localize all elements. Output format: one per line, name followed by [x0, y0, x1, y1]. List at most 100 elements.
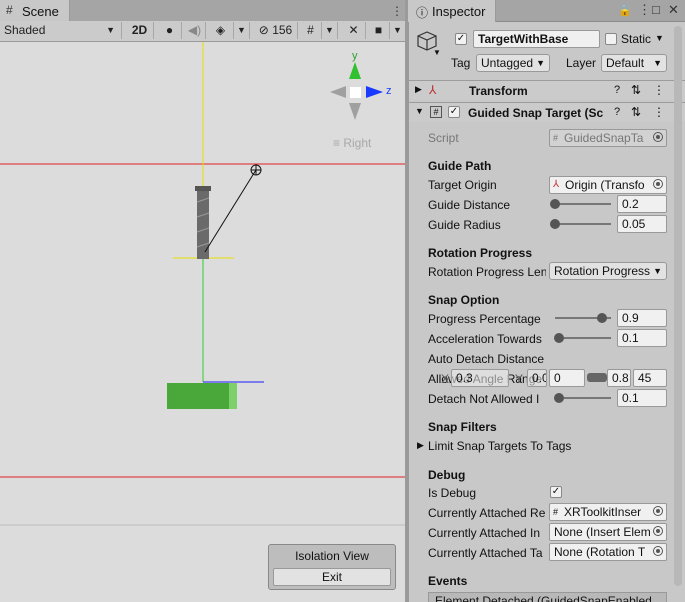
scene-canvas[interactable] [0, 42, 405, 602]
script-hash-icon: # [553, 133, 559, 143]
maximize-icon[interactable]: □ [652, 2, 660, 17]
inspector-menu-icon[interactable]: ⋮ [638, 2, 651, 18]
attached-r-value: XRToolkitInser [564, 505, 642, 519]
guide-radius-slider-knob[interactable] [550, 219, 560, 229]
layer-dropdown[interactable]: Default ▼ [601, 54, 667, 72]
tag-value: Untagged [481, 56, 534, 70]
allowed-z-field[interactable]: 45 [633, 369, 667, 387]
tools-icon[interactable]: ✕ [342, 22, 366, 39]
inspector-tab[interactable]: ⓘ Inspector [408, 0, 496, 22]
component-menu-icon[interactable]: ⋮ [653, 83, 665, 97]
presets-icon[interactable]: ⇅ [631, 83, 641, 97]
allowed-min-field[interactable]: 0 [549, 369, 585, 387]
object-picker-icon[interactable] [653, 546, 663, 556]
shading-mode-label: Shaded [4, 23, 46, 37]
transform-icon: ⅄ [553, 179, 560, 190]
toggle-2d-button[interactable]: 2D [126, 22, 154, 39]
guide-radius-field[interactable]: 0.05 [617, 215, 667, 233]
effects-dropdown-icon[interactable]: ▼ [234, 22, 250, 39]
attached-t-field[interactable]: None (Rotation T [549, 543, 667, 561]
gizmo-center-cube [350, 87, 361, 98]
allowed-x-field[interactable]: 0.3 [451, 369, 509, 387]
events-list-header[interactable]: Element Detached (GuidedSnapEnabled [428, 592, 667, 602]
camera-dropdown-icon[interactable]: ▼ [390, 22, 405, 39]
progress-percentage-field[interactable]: 0.9 [617, 309, 667, 327]
attached-t-label: Currently Attached Ta [428, 546, 543, 560]
guide-distance-slider-knob[interactable] [550, 199, 560, 209]
transform-header[interactable]: ▶ ⅄ Transform ? ⇅ ⋮ [409, 80, 685, 100]
limit-snap-label[interactable]: Limit Snap Targets To Tags [428, 439, 571, 453]
gizmo-view-label[interactable]: ≡ Right [333, 136, 371, 150]
chevron-down-icon: ▼ [653, 58, 662, 68]
inspector-scrollbar[interactable] [674, 26, 682, 586]
help-icon[interactable]: ? [614, 84, 620, 96]
collapse-arrow-icon[interactable]: ▼ [415, 106, 424, 116]
rotation-progress-len-label: Rotation Progress Len [428, 265, 546, 279]
attached-in-label: Currently Attached In [428, 526, 541, 540]
shading-mode-dropdown[interactable]: Shaded ▼ [0, 22, 122, 39]
grid-snap-icon[interactable]: # [300, 22, 322, 39]
exit-isolation-button[interactable]: Exit [273, 568, 391, 586]
object-picker-icon[interactable] [653, 506, 663, 516]
help-icon[interactable]: ? [614, 106, 620, 118]
tag-dropdown[interactable]: Untagged ▼ [476, 54, 550, 72]
is-debug-checkbox[interactable]: ✓ [550, 486, 562, 498]
rotation-progress-dropdown[interactable]: Rotation Progress ▼ [549, 262, 667, 280]
scene-menu-icon[interactable]: ⋮ [391, 4, 403, 18]
snap-filters-heading: Snap Filters [428, 420, 497, 434]
icon-dropdown-icon[interactable]: ▼ [433, 48, 441, 57]
scene-viewport[interactable]: y z ≡ Right [0, 42, 405, 602]
effects-icon[interactable]: ◈ [208, 22, 234, 39]
is-debug-label: Is Debug [428, 486, 477, 500]
attached-r-field[interactable]: # XRToolkitInser [549, 503, 667, 521]
bolt-head [195, 186, 211, 191]
component-enabled-checkbox[interactable]: ✓ [448, 106, 460, 118]
close-icon[interactable]: ✕ [668, 2, 679, 18]
guide-distance-field[interactable]: 0.2 [617, 195, 667, 213]
detach-not-allowed-slider-knob[interactable] [554, 393, 564, 403]
layer-label: Layer [566, 56, 597, 70]
grid-dropdown-icon[interactable]: ▼ [322, 22, 338, 39]
hidden-count: 156 [272, 23, 293, 37]
snap-option-heading: Snap Option [428, 293, 500, 307]
static-dropdown-icon[interactable]: ▼ [655, 33, 664, 43]
object-picker-icon [653, 132, 663, 142]
detach-not-allowed-field[interactable]: 0.1 [617, 389, 667, 407]
expand-arrow-icon[interactable]: ▶ [415, 84, 422, 95]
hidden-objects-toggle[interactable]: ⊘ 156 [254, 22, 298, 39]
active-checkbox[interactable]: ✓ [455, 33, 467, 45]
lock-icon[interactable]: 🔒 [618, 4, 632, 17]
static-checkbox[interactable] [605, 33, 617, 45]
acceleration-field[interactable]: 0.1 [617, 329, 667, 347]
presets-icon[interactable]: ⇅ [631, 105, 641, 119]
object-picker-icon[interactable] [653, 179, 663, 189]
chevron-down-icon: ▼ [653, 266, 662, 276]
debug-heading: Debug [428, 468, 466, 482]
guide-radius-slider-track[interactable] [555, 223, 611, 225]
object-name-field[interactable]: TargetWithBase [473, 30, 600, 48]
attached-in-field[interactable]: None (Insert Elem [549, 523, 667, 541]
guided-snap-target-header[interactable]: ▼ # ✓ Guided Snap Target (Sc ? ⇅ ⋮ [409, 102, 685, 122]
progress-percentage-slider-knob[interactable] [597, 313, 607, 323]
acceleration-slider-knob[interactable] [554, 333, 564, 343]
gizmo-view-text: Right [343, 136, 372, 150]
inspector-body: ▼ ✓ TargetWithBase Static ▼ Tag Untagged… [408, 22, 685, 602]
attached-in-value: None (Insert Elem [554, 525, 651, 539]
progress-percentage-label: Progress Percentage [428, 312, 541, 326]
lighting-icon[interactable]: ● [158, 22, 182, 39]
allowed-y-field[interactable]: 0.0 [527, 369, 547, 387]
info-icon: ⓘ [416, 6, 429, 20]
rotation-progress-value: Rotation Progress [554, 264, 651, 278]
attached-t-value: None (Rotation T [554, 545, 646, 559]
object-picker-icon[interactable] [653, 526, 663, 536]
min-max-slider-thumb[interactable] [587, 373, 607, 382]
guide-distance-slider-track[interactable] [555, 203, 611, 205]
component-menu-icon[interactable]: ⋮ [653, 105, 665, 119]
scene-tab[interactable]: # Scene [0, 0, 70, 22]
audio-icon[interactable]: ◀) [184, 22, 206, 39]
target-origin-field[interactable]: ⅄ Origin (Transfo [549, 176, 667, 194]
allowed-max-field[interactable]: 0.8 [607, 369, 631, 387]
tag-label: Tag [451, 56, 471, 70]
camera-icon[interactable]: ■ [368, 22, 390, 39]
expand-arrow-icon[interactable]: ▶ [417, 440, 424, 451]
